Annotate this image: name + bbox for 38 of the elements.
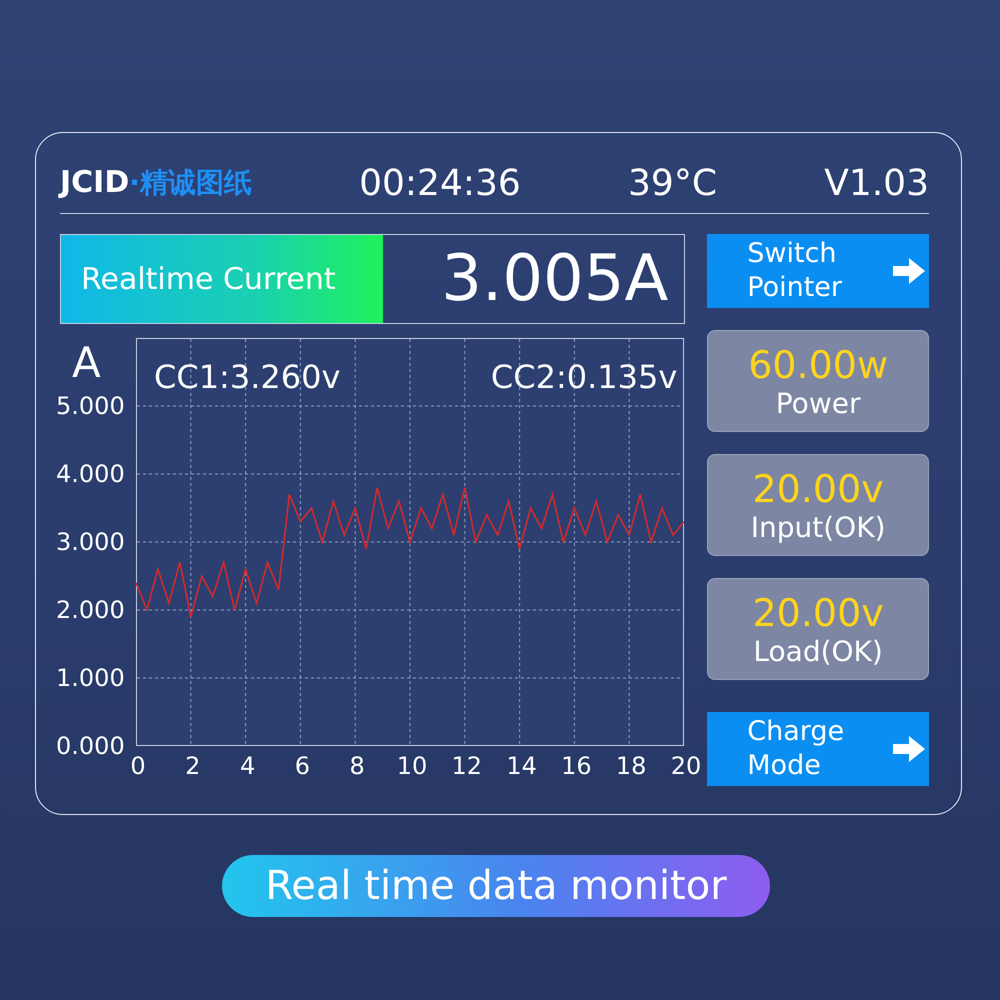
x-axis-tick: 6 xyxy=(294,752,310,780)
version-label: V1.03 xyxy=(824,162,929,204)
temperature-reading: 39°C xyxy=(628,162,717,204)
y-axis-tick: 4.000 xyxy=(56,460,125,488)
y-axis-tick: 2.000 xyxy=(56,596,125,624)
cc2-voltage: CC2:0.135v xyxy=(490,358,678,396)
reading-value: 20.00v xyxy=(752,590,884,634)
brand-subtitle: ·精诚图纸 xyxy=(129,165,252,201)
x-axis-tick: 2 xyxy=(185,752,200,780)
reading-value: 60.00w xyxy=(748,342,888,386)
x-axis-tick: 8 xyxy=(350,752,365,780)
y-axis-tick: 0.000 xyxy=(56,732,125,760)
mode-button[interactable]: Switch Pointer xyxy=(707,234,929,308)
axis-unit: A xyxy=(72,338,101,387)
arrow-right-icon xyxy=(893,736,925,762)
reading-label: Load(OK) xyxy=(753,634,883,668)
brand-logo: JCID xyxy=(60,165,130,200)
x-axis-tick: 12 xyxy=(452,752,482,780)
x-axis-tick: 4 xyxy=(240,752,256,780)
clock-time: 00:24:36 xyxy=(359,162,521,204)
banner-title: Real time data monitor xyxy=(222,855,770,917)
reading-value: 20.00v xyxy=(752,466,884,510)
arrow-right-icon xyxy=(893,258,925,284)
current-value: 3.005A xyxy=(440,242,670,316)
x-axis-tick: 18 xyxy=(616,752,646,780)
reading-label: Power xyxy=(776,386,860,420)
x-axis-tick: 10 xyxy=(396,752,428,780)
cc1-voltage: CC1:3.260v xyxy=(154,358,340,396)
x-axis-tick: 20 xyxy=(670,752,702,780)
mode-button[interactable]: Charge Mode xyxy=(707,712,929,786)
current-label: Realtime Current xyxy=(61,235,383,323)
x-axis-tick: 16 xyxy=(561,752,592,780)
x-axis-tick: 0 xyxy=(130,752,146,780)
reading-label: Input(OK) xyxy=(750,510,886,544)
y-axis-tick: 3.000 xyxy=(56,528,125,556)
y-axis-tick: 1.000 xyxy=(56,664,125,692)
y-axis-tick: 5.000 xyxy=(56,392,125,420)
x-axis-tick: 14 xyxy=(506,752,537,780)
